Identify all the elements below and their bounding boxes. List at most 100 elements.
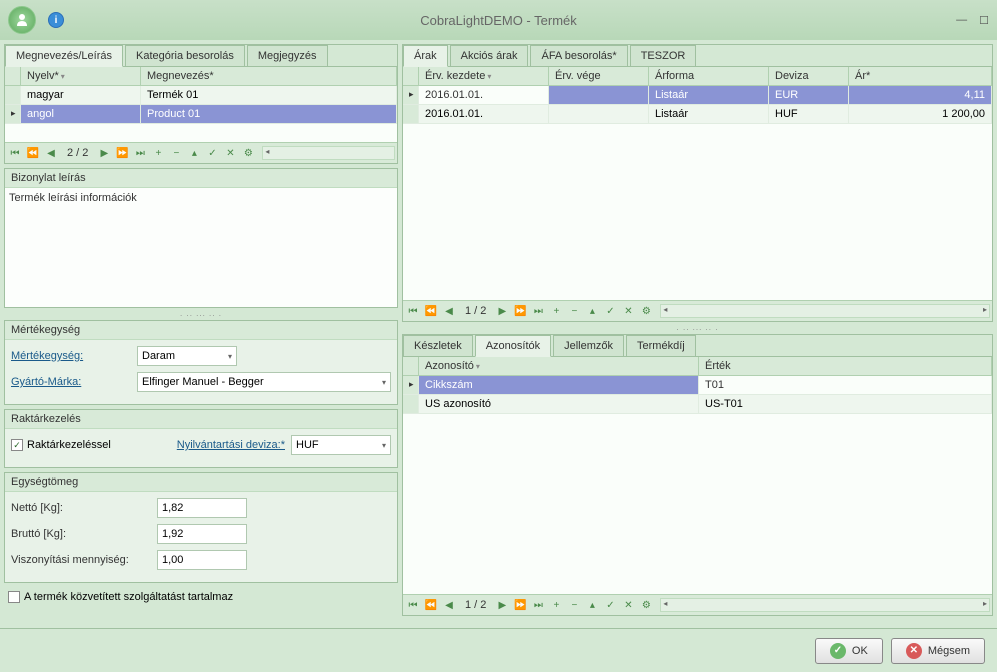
nav-nextpage-icon[interactable]: ⏩ (114, 145, 130, 161)
col-ertek[interactable]: Érték (699, 357, 992, 375)
nav-last-icon[interactable]: ⏭ (530, 303, 546, 319)
col-ar[interactable]: Ár* (849, 67, 992, 85)
cancel-button[interactable]: ✕ Mégsem (891, 638, 985, 664)
titlebar: i CobraLightDEMO - Termék — ☐ (0, 0, 997, 40)
nav-remove-icon[interactable]: − (168, 145, 184, 161)
tab-arak[interactable]: Árak (403, 45, 448, 67)
nav-prev-icon[interactable]: ◀ (43, 145, 59, 161)
nav-add-icon[interactable]: + (150, 145, 166, 161)
nav-prevpage-icon[interactable]: ⏪ (25, 145, 41, 161)
stock-checkbox[interactable]: ✓ (11, 439, 23, 451)
currency-combo[interactable]: HUF▾ (291, 435, 391, 455)
tab-megnevezes[interactable]: Megnevezés/Leírás (5, 45, 123, 67)
cell-start: 2016.01.01. (419, 86, 549, 104)
col-megnevezes[interactable]: Megnevezés* (141, 67, 397, 85)
nav-cancel-icon[interactable]: ✕ (620, 597, 636, 613)
app-icon[interactable] (8, 6, 36, 34)
desc-section-title: Bizonylat leírás (5, 169, 397, 188)
cell-start: 2016.01.01. (419, 105, 549, 123)
tab-afa[interactable]: ÁFA besorolás* (530, 45, 627, 66)
tab-kategoria[interactable]: Kategória besorolás (125, 45, 245, 66)
col-azonosito[interactable]: Azonosító (419, 357, 699, 375)
brand-label[interactable]: Gyártó-Márka: (11, 376, 131, 388)
unit-label[interactable]: Mértékegység: (11, 350, 131, 362)
cell-end (549, 105, 649, 123)
cell-name: Termék 01 (141, 86, 397, 104)
table-row[interactable]: magyar Termék 01 (5, 86, 397, 105)
col-erv-kezdete[interactable]: Érv. kezdete (419, 67, 549, 85)
table-row[interactable]: ▸ angol Product 01 (5, 105, 397, 124)
nav-ok-icon[interactable]: ✓ (204, 145, 220, 161)
tab-jellemzok[interactable]: Jellemzők (553, 335, 624, 356)
nav-scrollbar[interactable]: ◂▸ (660, 598, 990, 612)
nav-nextpage-icon[interactable]: ⏩ (512, 303, 528, 319)
maximize-icon[interactable]: ☐ (979, 14, 989, 27)
nav-gear-icon[interactable]: ⚙ (638, 597, 654, 613)
tab-azonositok[interactable]: Azonosítók (475, 335, 551, 357)
table-row[interactable]: ▸ Cikkszám T01 (403, 376, 992, 395)
nav-next-icon[interactable]: ▶ (494, 597, 510, 613)
service-checkbox[interactable] (8, 591, 20, 603)
brand-combo[interactable]: Elfinger Manuel - Begger▾ (137, 372, 391, 392)
row-indicator: ▸ (403, 376, 419, 394)
nav-first-icon[interactable]: ⏮ (405, 597, 421, 613)
nav-gear-icon[interactable]: ⚙ (638, 303, 654, 319)
nav-cancel-icon[interactable]: ✕ (222, 145, 238, 161)
table-row[interactable]: US azonosító US-T01 (403, 395, 992, 414)
nav-edit-icon[interactable]: ▴ (186, 145, 202, 161)
nav-last-icon[interactable]: ⏭ (530, 597, 546, 613)
nav-gear-icon[interactable]: ⚙ (240, 145, 256, 161)
table-row[interactable]: ▸ 2016.01.01. Listaár EUR 4,11 (403, 86, 992, 105)
nav-next-icon[interactable]: ▶ (96, 145, 112, 161)
nav-last-icon[interactable]: ⏭ (132, 145, 148, 161)
nav-ok-icon[interactable]: ✓ (602, 303, 618, 319)
nav-prev-icon[interactable]: ◀ (441, 303, 457, 319)
col-arforma[interactable]: Árforma (649, 67, 769, 85)
tab-termekdij[interactable]: Termékdíj (626, 335, 696, 356)
tab-akcios[interactable]: Akciós árak (450, 45, 529, 66)
nav-scrollbar[interactable]: ◂ (262, 146, 395, 160)
nav-remove-icon[interactable]: − (566, 303, 582, 319)
minimize-icon[interactable]: — (956, 14, 967, 27)
nav-scrollbar[interactable]: ◂▸ (660, 304, 990, 318)
nav-edit-icon[interactable]: ▴ (584, 303, 600, 319)
unit-combo[interactable]: Daram▾ (137, 346, 237, 366)
nav-add-icon[interactable]: + (548, 303, 564, 319)
nav-first-icon[interactable]: ⏮ (405, 303, 421, 319)
tab-keszletek[interactable]: Készletek (403, 335, 473, 356)
ref-input[interactable] (157, 550, 247, 570)
nav-edit-icon[interactable]: ▴ (584, 597, 600, 613)
info-icon[interactable]: i (48, 12, 64, 28)
nav-page: 2 / 2 (61, 147, 94, 159)
nav-add-icon[interactable]: + (548, 597, 564, 613)
nav-prevpage-icon[interactable]: ⏪ (423, 597, 439, 613)
desc-textarea[interactable] (5, 188, 397, 307)
stock-checkbox-label: Raktárkezeléssel (27, 439, 111, 451)
mass-section-title: Egységtömeg (5, 473, 397, 492)
col-nyelv[interactable]: Nyelv* (21, 67, 141, 85)
splitter[interactable]: . .. ... .. . (402, 326, 993, 330)
cell-price: 1 200,00 (849, 105, 992, 123)
netto-input[interactable] (157, 498, 247, 518)
cell-id: Cikkszám (419, 376, 699, 394)
table-row[interactable]: 2016.01.01. Listaár HUF 1 200,00 (403, 105, 992, 124)
splitter[interactable]: . .. ... .. . (4, 312, 398, 316)
brutto-input[interactable] (157, 524, 247, 544)
tab-megjegyzes[interactable]: Megjegyzés (247, 45, 328, 66)
nav-first-icon[interactable]: ⏮ (7, 145, 23, 161)
nav-next-icon[interactable]: ▶ (494, 303, 510, 319)
ok-button[interactable]: ✓ OK (815, 638, 883, 664)
currency-label[interactable]: Nyilvántartási deviza:* (177, 439, 285, 451)
cell-curr: HUF (769, 105, 849, 123)
nav-remove-icon[interactable]: − (566, 597, 582, 613)
col-erv-vege[interactable]: Érv. vége (549, 67, 649, 85)
nav-ok-icon[interactable]: ✓ (602, 597, 618, 613)
nav-prev-icon[interactable]: ◀ (441, 597, 457, 613)
nav-nextpage-icon[interactable]: ⏩ (512, 597, 528, 613)
nav-cancel-icon[interactable]: ✕ (620, 303, 636, 319)
cell-val: T01 (699, 376, 992, 394)
col-deviza[interactable]: Deviza (769, 67, 849, 85)
unit-section-title: Mértékegység (5, 321, 397, 340)
nav-prevpage-icon[interactable]: ⏪ (423, 303, 439, 319)
tab-teszor[interactable]: TESZOR (630, 45, 697, 66)
